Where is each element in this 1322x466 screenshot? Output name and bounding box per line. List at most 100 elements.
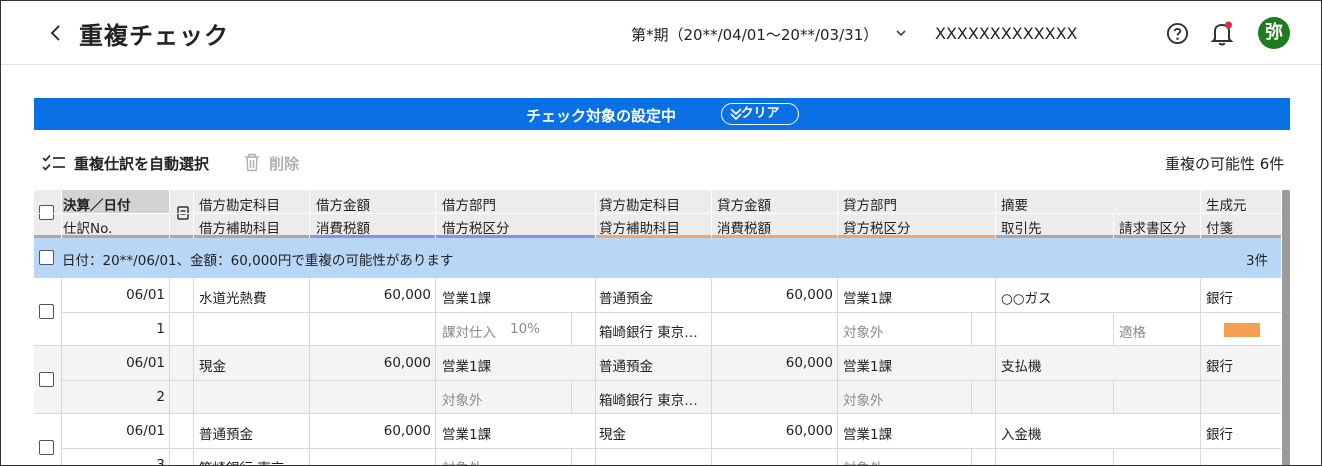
header-invoice-class[interactable]: 請求書区分 <box>1119 217 1187 237</box>
cell-invoice-class[interactable]: 適格 <box>1119 321 1146 341</box>
cell-debit-tax-class[interactable]: 対象外 <box>442 389 483 409</box>
row-checkbox[interactable] <box>39 440 54 455</box>
cell-source[interactable]: 銀行 <box>1206 287 1233 307</box>
tag-swatch[interactable] <box>1224 323 1260 337</box>
header-sep <box>1113 214 1114 238</box>
col-sep <box>595 346 596 414</box>
cell-credit-account[interactable]: 現金 <box>599 423 626 443</box>
cell-credit-sub[interactable]: 箱崎銀行 東京… <box>599 389 713 409</box>
header-debit-dept[interactable]: 借方部門 <box>442 194 496 214</box>
row-checkbox[interactable] <box>39 372 54 387</box>
cell-credit-tax-class[interactable]: 対象外 <box>843 389 884 409</box>
duplicate-count: 重複の可能性 6件 <box>1165 155 1285 173</box>
row-checkbox[interactable] <box>39 304 54 319</box>
cell-debit-dept[interactable]: 営業1課 <box>442 423 491 443</box>
header-partner[interactable]: 取引先 <box>1001 217 1042 237</box>
avatar[interactable]: 弥 <box>1258 17 1290 49</box>
cell-debit-dept[interactable]: 営業1課 <box>442 287 491 307</box>
header-sep <box>995 190 996 238</box>
cell-entry-no[interactable]: 1 <box>61 321 165 337</box>
cell-credit-account[interactable]: 普通預金 <box>599 355 653 375</box>
cell-entry-no[interactable]: 2 <box>61 389 165 405</box>
col-sep <box>435 346 436 414</box>
col-sep <box>61 346 62 414</box>
cell-entry-no[interactable]: 3 <box>61 457 165 465</box>
check-target-bar[interactable]: チェック対象の設定中 クリア <box>34 98 1290 130</box>
header-credit-dept[interactable]: 貸方部門 <box>843 194 897 214</box>
cell-debit-amount[interactable]: 60,000 <box>309 423 431 439</box>
header-credit-tax-class[interactable]: 貸方税区分 <box>843 217 911 237</box>
header-credit-tax[interactable]: 消費税額 <box>717 217 771 237</box>
cell-debit-account[interactable]: 現金 <box>199 355 226 375</box>
bell-icon[interactable] <box>1210 20 1234 46</box>
header-sep <box>711 190 712 238</box>
cell-debit-tax-class[interactable]: 対象外 <box>442 457 483 465</box>
header-source[interactable]: 生成元 <box>1206 194 1247 214</box>
cell-debit-sub[interactable]: 箱崎銀行 東京… <box>199 457 298 465</box>
cell-debit-account[interactable]: 水道光熱費 <box>199 287 267 307</box>
cell-credit-amount[interactable]: 60,000 <box>711 287 833 303</box>
cell-credit-dept[interactable]: 営業1課 <box>843 287 892 307</box>
header-credit-sub[interactable]: 貸方補助科目 <box>599 217 680 237</box>
cell-source[interactable]: 銀行 <box>1206 355 1233 375</box>
cell-date[interactable]: 06/01 <box>61 423 165 439</box>
chevron-down-icon[interactable] <box>893 25 909 41</box>
header-credit-account[interactable]: 貸方勘定科目 <box>599 194 680 214</box>
table-scrollbar[interactable] <box>1282 190 1290 465</box>
col-sep <box>995 414 996 465</box>
duplicate-group-row[interactable]: 日付：20**/06/01、金額：60,000円で重複の可能性があります 3件 <box>34 238 1281 278</box>
scrollbar-thumb[interactable] <box>1282 190 1290 465</box>
cell-summary[interactable]: ○○ガス <box>1001 287 1052 307</box>
header-credit-amount[interactable]: 貸方金額 <box>717 194 771 214</box>
back-button[interactable] <box>45 21 67 45</box>
cell-debit-account[interactable]: 普通預金 <box>199 423 253 443</box>
header-debit-amount[interactable]: 借方金額 <box>316 194 370 214</box>
chevron-left-icon <box>50 25 60 41</box>
cell-debit-tax-rate[interactable]: 10% <box>510 321 540 337</box>
header-entry-no[interactable]: 仕訳No. <box>63 217 112 237</box>
cell-debit-dept[interactable]: 営業1課 <box>442 355 491 375</box>
group-checkbox[interactable] <box>39 250 54 265</box>
header-date[interactable]: 決算／日付 <box>63 194 131 214</box>
cell-credit-account[interactable]: 普通預金 <box>599 287 653 307</box>
cell-credit-tax-class[interactable]: 対象外 <box>843 457 884 465</box>
table-row[interactable]: 06/01 3 普通預金箱崎銀行 東京… 60,000 営業1課対象外 現金 60,000 営… <box>34 414 1281 465</box>
cell-credit-amount[interactable]: 60,000 <box>711 355 833 371</box>
cell-credit-tax-class[interactable]: 対象外 <box>843 321 884 341</box>
col-sep <box>61 278 62 346</box>
cell-date[interactable]: 06/01 <box>61 287 165 303</box>
header-tag[interactable]: 付箋 <box>1206 217 1233 237</box>
cell-debit-amount[interactable]: 60,000 <box>309 287 431 303</box>
cell-summary[interactable]: 入金機 <box>1001 423 1042 443</box>
header-debit-account[interactable]: 借方勘定科目 <box>199 194 280 214</box>
cell-credit-dept[interactable]: 営業1課 <box>843 355 892 375</box>
cell-debit-tax-class[interactable]: 課対仕入 <box>442 321 496 341</box>
header-sep <box>34 213 1281 214</box>
col-sep <box>595 414 596 465</box>
header-debit-tax-class[interactable]: 借方税区分 <box>442 217 510 237</box>
header-summary[interactable]: 摘要 <box>1001 194 1028 214</box>
table-row[interactable]: 06/01 2 現金 60,000 営業1課対象外 普通預金箱崎銀行 東京… 60,000 営… <box>34 346 1281 414</box>
period-selector[interactable]: 第*期（20**/04/01〜20**/03/31） <box>631 24 878 45</box>
clear-button[interactable]: クリア <box>721 103 799 125</box>
cell-source[interactable]: 銀行 <box>1206 423 1233 443</box>
col-sep <box>1113 312 1114 346</box>
table-row[interactable]: 06/01 1 水道光熱費 60,000 営業1課課対仕入 10% 普通預金箱崎銀行 東京…… <box>34 278 1281 346</box>
checklist-icon <box>42 154 65 171</box>
header-debit-sub[interactable]: 借方補助科目 <box>199 217 280 237</box>
journal-table: 決算／日付 借方勘定科目 借方金額 借方部門 貸方勘定科目 貸方金額 貸方部門 … <box>34 190 1281 465</box>
cell-date[interactable]: 06/01 <box>61 355 165 371</box>
header-sep <box>309 190 310 238</box>
check-target-label: チェック対象の設定中 <box>526 107 677 125</box>
col-sep <box>995 278 996 346</box>
help-circle-icon[interactable] <box>1166 22 1189 45</box>
cell-summary[interactable]: 支払機 <box>1001 355 1042 375</box>
cell-debit-amount[interactable]: 60,000 <box>309 355 431 371</box>
header-debit-tax[interactable]: 消費税額 <box>316 217 370 237</box>
header-sep <box>61 190 62 238</box>
header-sep <box>169 190 170 238</box>
cell-credit-amount[interactable]: 60,000 <box>711 423 833 439</box>
cell-credit-dept[interactable]: 営業1課 <box>843 423 892 443</box>
cell-credit-sub[interactable]: 箱崎銀行 東京… <box>599 321 713 341</box>
col-sep <box>1200 346 1201 414</box>
